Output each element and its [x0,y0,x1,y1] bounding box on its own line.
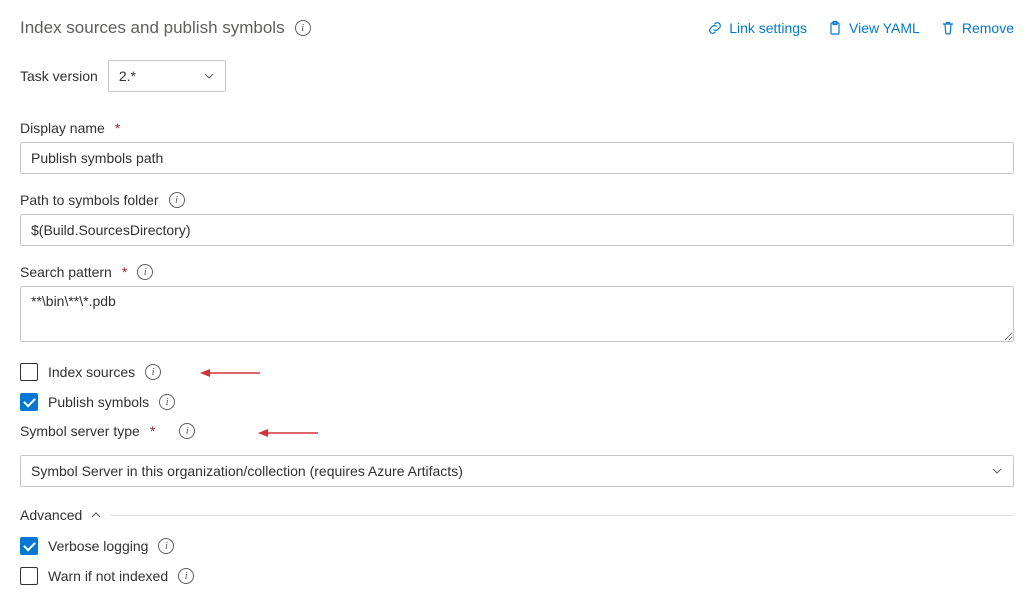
remove-button[interactable]: Remove [940,20,1014,36]
clipboard-icon [827,20,843,36]
info-icon[interactable]: i [145,364,161,380]
info-icon[interactable]: i [137,264,153,280]
annotation-arrow-icon [258,425,318,441]
annotation-arrow-icon [200,365,260,381]
info-icon[interactable]: i [169,192,185,208]
display-name-label: Display name* [20,120,120,136]
advanced-section-label: Advanced [20,507,82,523]
index-sources-label: Index sources [48,364,135,380]
display-name-input[interactable] [20,142,1014,174]
chevron-up-icon [90,509,102,521]
task-version-label: Task version [20,68,98,84]
info-icon[interactable]: i [179,423,195,439]
publish-symbols-checkbox[interactable] [20,393,38,411]
header-actions: Link settings View YAML Remove [707,20,1014,36]
symbols-folder-label: Path to symbols folder [20,192,159,208]
advanced-section-header[interactable]: Advanced [20,507,1014,523]
verbose-logging-label: Verbose logging [48,538,148,554]
index-sources-checkbox[interactable] [20,363,38,381]
task-version-select[interactable]: 2.* [108,60,226,92]
divider [110,515,1014,516]
remove-label: Remove [962,20,1014,36]
trash-icon [940,20,956,36]
link-settings-button[interactable]: Link settings [707,20,807,36]
info-icon[interactable]: i [159,394,175,410]
search-pattern-input[interactable]: **\bin\**\*.pdb [20,286,1014,342]
verbose-logging-checkbox[interactable] [20,537,38,555]
link-settings-label: Link settings [729,20,807,36]
publish-symbols-label: Publish symbols [48,394,149,410]
info-icon[interactable]: i [158,538,174,554]
symbol-server-type-select[interactable]: Symbol Server in this organization/colle… [20,455,1014,487]
warn-if-not-indexed-checkbox[interactable] [20,567,38,585]
view-yaml-label: View YAML [849,20,920,36]
symbol-server-type-label: Symbol server type* [20,423,155,439]
warn-if-not-indexed-label: Warn if not indexed [48,568,168,584]
info-icon[interactable]: i [178,568,194,584]
symbols-folder-input[interactable] [20,214,1014,246]
search-pattern-label: Search pattern* [20,264,127,280]
page-title: Index sources and publish symbols [20,18,285,38]
info-icon[interactable]: i [295,20,311,36]
link-icon [707,20,723,36]
view-yaml-button[interactable]: View YAML [827,20,920,36]
